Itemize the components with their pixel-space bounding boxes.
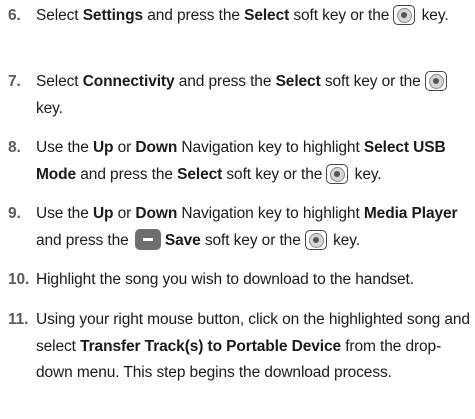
step-text-run: and press the: [174, 73, 276, 90]
step-text-run: soft key or the: [289, 7, 394, 24]
step-text-run: key.: [328, 231, 361, 249]
step-number: 7.: [8, 73, 21, 90]
step-8: 8. Use the Up or Down Navigation key to …: [0, 135, 475, 188]
step-text: Select Settings and press the Select sof…: [36, 3, 472, 30]
step-text: Using your right mouse button, click on …: [36, 307, 472, 387]
step-number: 10.: [8, 271, 30, 288]
step-bold-term: Select: [275, 73, 321, 90]
step-text-run: or: [113, 205, 136, 222]
select-key-icon: [424, 71, 447, 91]
select-key-icon: [304, 229, 327, 250]
step-text-run: Navigation key to highlight: [177, 139, 364, 156]
step-text-run: soft key or the: [320, 73, 425, 90]
step-number: 11.: [8, 311, 29, 328]
step-text-run: and press the: [76, 165, 178, 183]
step-7: 7. Select Connectivity and press the Sel…: [0, 69, 475, 122]
step-bold-term: Save: [164, 231, 201, 249]
step-text-run: and press the: [143, 7, 245, 24]
step-bold-term: Settings: [82, 7, 144, 24]
step-text: Use the Up or Down Navigation key to hig…: [36, 135, 472, 188]
step-9: 9. Use the Up or Down Navigation key to …: [0, 201, 475, 254]
step-text-run: Select: [36, 7, 83, 24]
step-number: 8.: [8, 139, 21, 156]
step-bold-term: Down: [135, 139, 178, 156]
step-text-run: key.: [36, 99, 63, 117]
step-bold-term: Up: [92, 139, 114, 156]
step-10: 10. Highlight the song you wish to downl…: [0, 267, 475, 294]
step-text: Highlight the song you wish to download …: [36, 267, 472, 294]
step-text-run: Highlight the song you wish to download …: [36, 271, 414, 288]
step-text-run: Select: [36, 73, 83, 90]
step-6: 6. Select Settings and press the Select …: [0, 3, 475, 30]
step-bold-term: Connectivity: [82, 73, 175, 90]
step-bold-term: Up: [92, 205, 114, 222]
select-key-icon: [326, 163, 349, 184]
step-text: Select Connectivity and press the Select…: [36, 69, 472, 122]
select-key-icon: [393, 5, 416, 25]
step-number: 9.: [8, 205, 21, 222]
step-number: 6.: [8, 7, 21, 24]
step-bold-term: Down: [135, 205, 178, 222]
step-text-run: or: [113, 139, 136, 156]
instruction-page: 6. Select Settings and press the Select …: [0, 0, 475, 419]
step-text-run: soft key or the: [222, 165, 327, 183]
step-text: Use the Up or Down Navigation key to hig…: [36, 201, 472, 254]
step-11: 11. Using your right mouse button, click…: [0, 307, 475, 387]
step-text-run: Use the: [36, 139, 93, 156]
step-bold-term: Media Player: [363, 205, 458, 222]
step-text-run: Navigation key to highlight: [177, 205, 364, 222]
step-bold-term: Select: [177, 165, 223, 183]
step-text-run: key.: [350, 165, 382, 183]
step-bold-term: Transfer Track(s) to Portable Device: [80, 337, 341, 355]
step-bold-term: Select: [244, 7, 290, 24]
step-text-run: key.: [417, 7, 449, 24]
step-text-run: soft key or the: [200, 231, 305, 249]
step-text-run: Use the: [36, 205, 93, 222]
step-text-run: and press the: [36, 231, 133, 249]
left-soft-key-icon: [134, 228, 161, 250]
